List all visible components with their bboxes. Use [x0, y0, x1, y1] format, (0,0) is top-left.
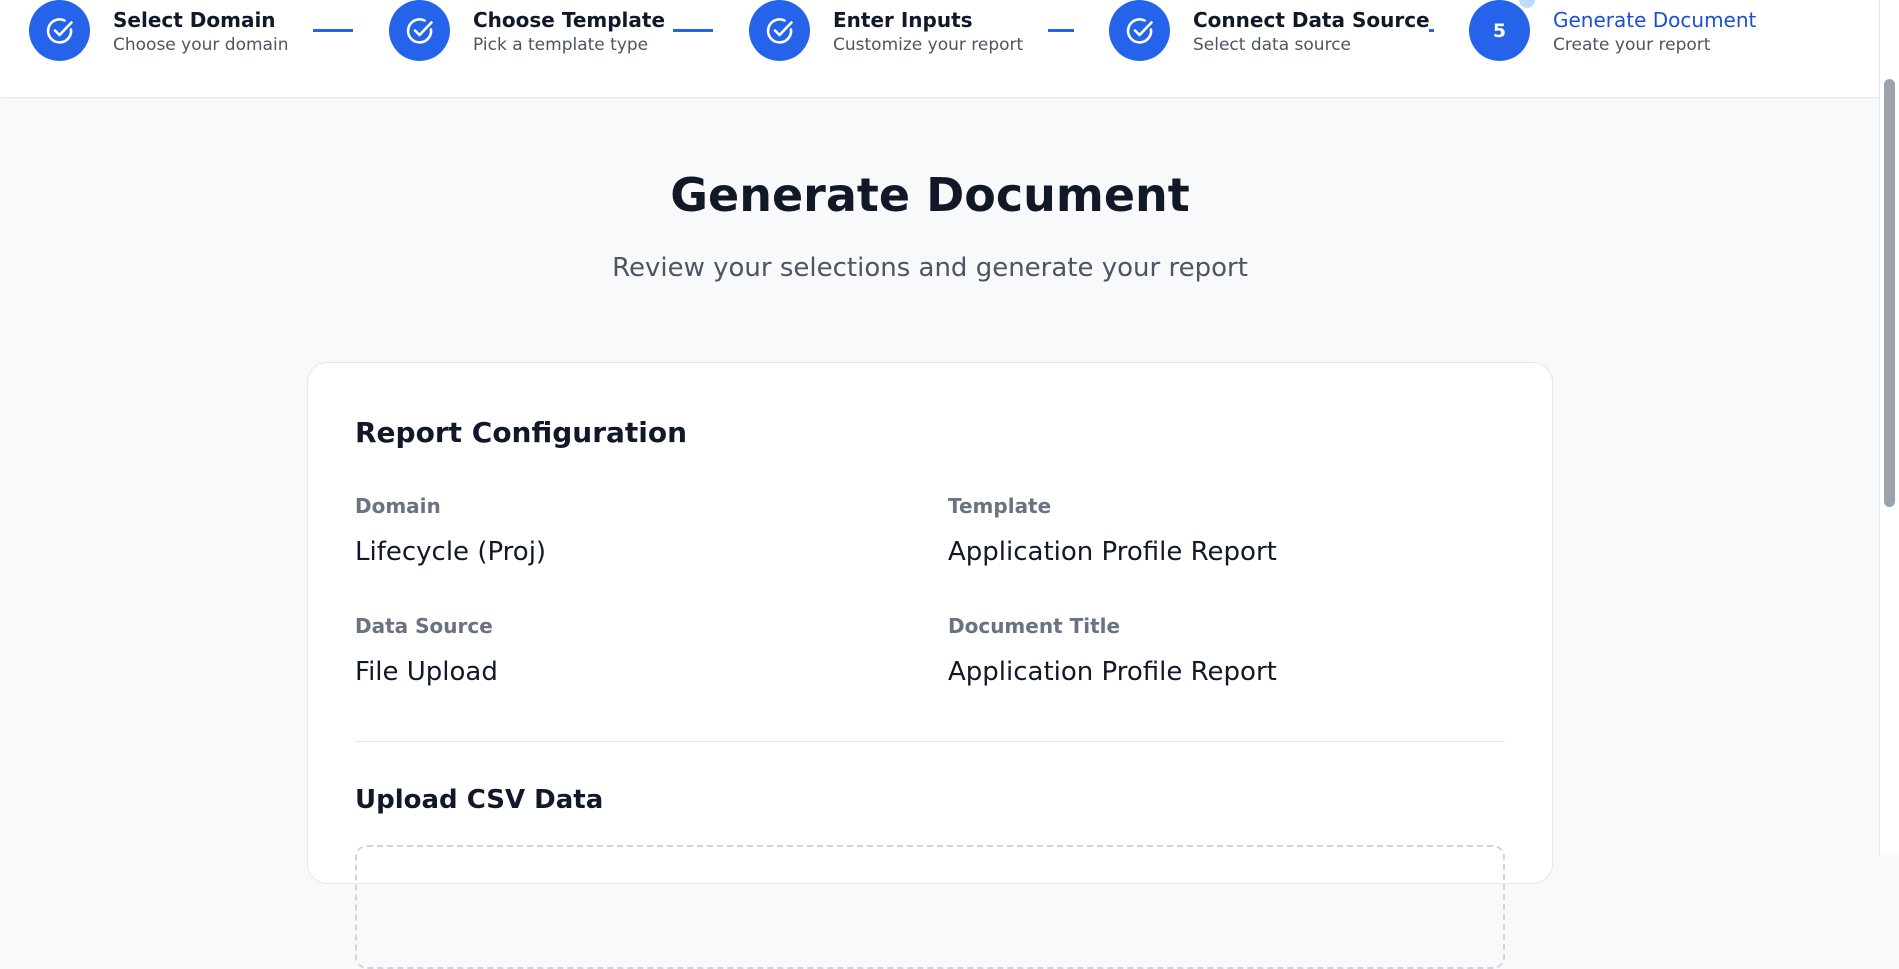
page-subtitle: Review your selections and generate your… — [612, 253, 1248, 283]
step-connector — [673, 29, 713, 32]
step-number-badge: 5 — [1469, 0, 1530, 61]
template-label: Template — [948, 494, 1052, 518]
check-circle-icon — [389, 0, 450, 61]
check-circle-icon — [749, 0, 810, 61]
step-title: Connect Data Source — [1193, 8, 1430, 32]
step-subtitle: Select data source — [1193, 35, 1351, 55]
template-value: Application Profile Report — [948, 537, 1277, 567]
step-subtitle: Choose your domain — [113, 35, 289, 55]
active-indicator-dot — [1519, 0, 1535, 8]
scrollbar[interactable] — [1879, 0, 1899, 855]
step-title: Choose Template — [473, 8, 666, 32]
domain-value: Lifecycle (Proj) — [355, 537, 547, 567]
progress-stepper: Select Domain Choose your domain Choose … — [0, 0, 1880, 98]
step-title: Enter Inputs — [833, 8, 973, 32]
card-title: Report Configuration — [355, 416, 688, 449]
step-connector — [313, 29, 353, 32]
document-title-value: Application Profile Report — [948, 657, 1277, 687]
data-source-label: Data Source — [355, 614, 493, 638]
upload-section-title: Upload CSV Data — [355, 785, 604, 815]
check-circle-icon — [1109, 0, 1170, 61]
check-circle-icon — [29, 0, 90, 61]
csv-dropzone[interactable] — [355, 845, 1505, 969]
step-title: Select Domain — [113, 8, 276, 32]
step-subtitle: Customize your report — [833, 35, 1024, 55]
page-title: Generate Document — [670, 168, 1190, 222]
step-title: Generate Document — [1553, 8, 1757, 32]
section-divider — [355, 741, 1505, 742]
step-connector — [1429, 29, 1434, 32]
step-subtitle: Create your report — [1553, 35, 1711, 55]
step-connector — [1048, 29, 1074, 32]
document-title-label: Document Title — [948, 614, 1121, 638]
step-subtitle: Pick a template type — [473, 35, 649, 55]
step-number: 5 — [1492, 19, 1507, 42]
report-configuration-card: Report Configuration Domain Lifecycle (P… — [307, 362, 1553, 969]
scrollbar-thumb[interactable] — [1884, 79, 1895, 507]
domain-label: Domain — [355, 494, 441, 518]
data-source-value: File Upload — [355, 657, 498, 687]
